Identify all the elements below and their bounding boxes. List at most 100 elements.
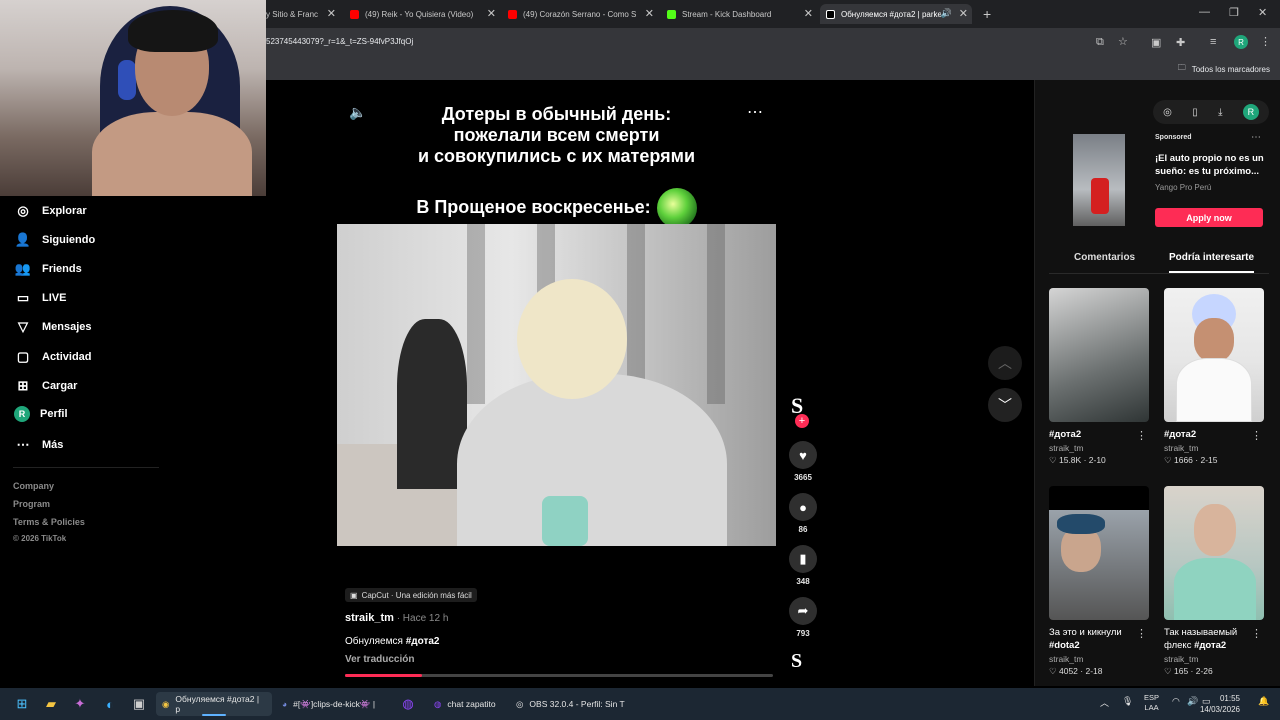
card-hashtag[interactable]: #дота2 [1194, 640, 1226, 651]
tab-recommended[interactable]: Podría interesarte [1169, 252, 1255, 273]
card-author[interactable]: straik_tm [1164, 654, 1264, 664]
media-icon[interactable]: ≡ [1210, 36, 1216, 48]
copilot-icon[interactable]: ✦ [70, 694, 90, 714]
video-author[interactable]: straik_tm · Hace 12 h [345, 612, 448, 624]
like-button[interactable]: ♥ 3665 [788, 441, 818, 482]
author-name[interactable]: straik_tm [345, 612, 394, 624]
comment-button[interactable]: ● 86 [788, 493, 818, 534]
task-discord[interactable]: ◕ #[👾]clips-de-kick👾 | [276, 692, 392, 716]
extensions-icon[interactable]: ✚ [1176, 36, 1185, 49]
tab-tiktok[interactable]: Обнуляемся #дота2 | parke 🔊 ✕ [820, 4, 972, 24]
follow-plus-icon[interactable]: + [795, 414, 809, 428]
task-twitch-chat[interactable]: ◍ chat zapatito [428, 692, 512, 716]
notifications-icon[interactable]: 🔔 [1258, 696, 1269, 707]
nav-explore[interactable]: ◎ Explorar [14, 202, 86, 220]
profile-avatar[interactable]: R [1242, 104, 1259, 120]
ad-options-icon[interactable]: ⋯ [1251, 132, 1261, 143]
card-options-icon[interactable]: ⋮ [1251, 429, 1262, 442]
install-icon[interactable]: ⧉ [1096, 36, 1104, 49]
language-indicator[interactable]: ESP LAA [1144, 693, 1159, 713]
tab-reik[interactable]: (49) Reik - Yo Quisiera (Video) ✕ [350, 4, 496, 24]
card-options-icon[interactable]: ⋮ [1136, 429, 1147, 442]
speaker-icon[interactable]: 🔊 [941, 8, 952, 19]
close-icon[interactable]: ✕ [959, 7, 968, 20]
minimize-icon[interactable]: — [1199, 6, 1210, 18]
video-card[interactable]: Так называемый флекс #дота2 straik_tm ♡ … [1164, 486, 1264, 677]
card-author[interactable]: straik_tm [1164, 443, 1264, 453]
footer-terms[interactable]: Terms & Policies [13, 517, 85, 527]
card-options-icon[interactable]: ⋮ [1136, 627, 1147, 640]
card-hashtag[interactable]: #dota2 [1049, 640, 1080, 651]
phone-icon[interactable]: ▯ [1192, 107, 1198, 118]
nav-upload[interactable]: ⊞ Cargar [14, 377, 78, 395]
menu-icon[interactable]: ⋮ [1260, 35, 1271, 48]
card-options-icon[interactable]: ⋮ [1251, 627, 1262, 640]
sponsored-ad[interactable]: Sponsored ⋯ ¡El auto propio no es un sue… [1051, 132, 1265, 228]
close-window-icon[interactable]: ✕ [1258, 6, 1267, 19]
share-button[interactable]: ➦ 793 [788, 597, 818, 638]
video-card[interactable]: За это и кикнули #dota2 straik_tm ♡ 4052… [1049, 486, 1149, 677]
twitch-app-icon[interactable]: ◍ [398, 694, 418, 714]
volume-tray-icon[interactable]: 🔊 [1187, 696, 1198, 707]
tray-chevron-icon[interactable]: ︿ [1100, 696, 1109, 709]
tab-kick[interactable]: Stream - Kick Dashboard ✕ [667, 4, 813, 24]
apply-now-button[interactable]: Apply now [1155, 208, 1263, 227]
translate-link[interactable]: Ver traducción [345, 654, 414, 665]
card-hashtag[interactable]: #дота2 [1049, 429, 1081, 440]
card-hashtag[interactable]: #дота2 [1164, 429, 1196, 440]
tab-comments[interactable]: Comentarios [1074, 252, 1135, 263]
new-tab-icon[interactable]: + [983, 6, 991, 22]
heart-icon: ♥ [789, 441, 817, 469]
clock[interactable]: 01:55 14/03/2026 [1200, 693, 1240, 715]
footer-copyright: © 2026 TikTok [13, 534, 67, 543]
windows-start-icon[interactable]: ⊞ [12, 694, 32, 714]
video-card[interactable]: #дота2 straik_tm ♡ 15.8K · 2-10 ⋮ [1049, 288, 1149, 466]
nav-more[interactable]: ⋯ Más [14, 436, 64, 454]
nav-friends[interactable]: 👥 Friends [14, 260, 82, 278]
hashtag-link[interactable]: #дота2 [406, 636, 440, 647]
screenshot-icon[interactable]: ▣ [1151, 36, 1161, 49]
tab-corazon[interactable]: (49) Corazón Serrano - Como S ✕ [508, 4, 654, 24]
footer-program[interactable]: Program [13, 499, 50, 509]
save-button[interactable]: ▮ 348 [788, 545, 818, 586]
compass-icon[interactable]: ◎ [1163, 107, 1172, 118]
task-chrome[interactable]: ◉ Обнуляемся #дота2 | p [156, 692, 272, 716]
close-icon[interactable]: ✕ [487, 7, 496, 20]
previous-video-button[interactable]: ︿ [988, 346, 1022, 380]
video-progress-bar[interactable] [345, 674, 773, 677]
store-icon[interactable]: ▣ [129, 694, 149, 714]
nav-following[interactable]: 👤 Siguiendo [14, 231, 95, 249]
all-bookmarks[interactable]: 🗀 Todos los marcadores [1178, 62, 1270, 76]
profile-avatar[interactable]: R [1234, 35, 1248, 49]
url-field[interactable]: 523745443079?_r=1&_t=ZS-94fvP3JfqOj [266, 37, 413, 46]
nav-live[interactable]: ▭ LIVE [14, 289, 67, 307]
lang-code: ESP [1144, 693, 1160, 702]
bookmark-star-icon[interactable]: ☆ [1118, 35, 1128, 48]
file-explorer-icon[interactable]: ▰ [41, 694, 61, 714]
video-options-icon[interactable]: ⋯ [747, 102, 763, 122]
nav-activity[interactable]: ▢ Actividad [14, 348, 92, 366]
restore-icon[interactable]: ❐ [1229, 6, 1239, 19]
task-obs[interactable]: ◎ OBS 32.0.4 - Perfil: Sin T [510, 692, 634, 716]
close-icon[interactable]: ✕ [804, 7, 813, 20]
close-icon[interactable]: ✕ [327, 7, 336, 20]
video-card[interactable]: #дота2 straik_tm ♡ 1666 · 2-15 ⋮ [1164, 288, 1264, 466]
tab-sitio[interactable]: y Sitio & Franc ✕ [266, 4, 336, 24]
edge-icon[interactable]: ◐ [100, 694, 120, 714]
nav-profile[interactable]: R Perfil [14, 406, 68, 422]
sound-avatar[interactable]: S [791, 650, 802, 673]
download-icon[interactable]: ⤓ [1218, 107, 1222, 118]
footer-company[interactable]: Company [13, 481, 54, 491]
nav-label: Más [42, 439, 64, 451]
volume-icon[interactable]: 🔈 [349, 104, 366, 121]
next-video-button[interactable]: ﹀ [988, 388, 1022, 422]
discord-icon: ◕ [282, 699, 288, 709]
card-author[interactable]: straik_tm [1049, 443, 1149, 453]
wifi-icon[interactable]: ◠ [1172, 696, 1180, 707]
nav-messages[interactable]: ▽ Mensajes [14, 318, 92, 336]
card-author[interactable]: straik_tm [1049, 654, 1149, 664]
close-icon[interactable]: ✕ [645, 7, 654, 20]
video-player[interactable]: Дотеры в обычный день: пожелали всем сме… [337, 84, 776, 546]
capcut-badge[interactable]: ▣ CapCut · Una edición más fácil [345, 588, 477, 602]
microphone-icon[interactable]: 🎙 [1122, 696, 1133, 707]
